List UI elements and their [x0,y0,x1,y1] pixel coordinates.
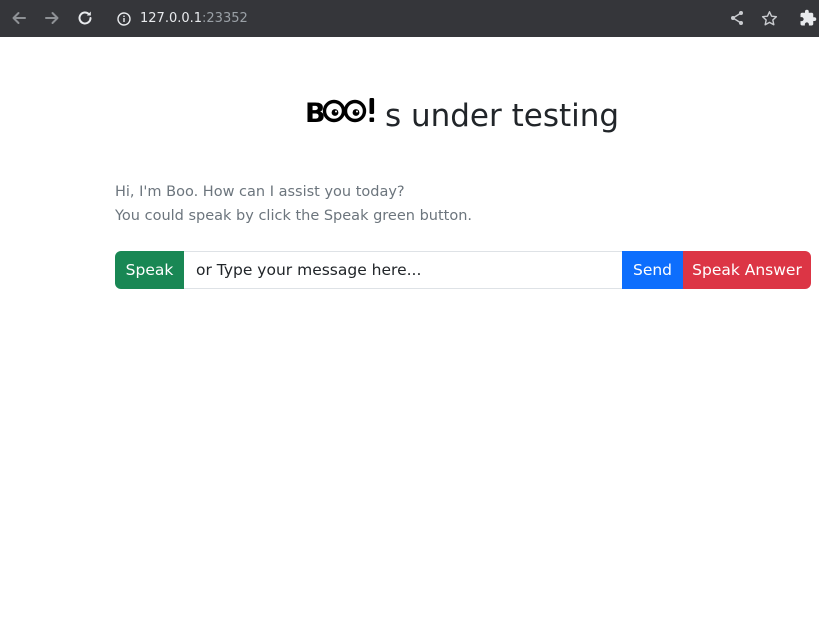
message-input[interactable] [184,251,622,289]
greeting-line-2: You could speak by click the Speak green… [115,208,472,224]
url-host: 127.0.0.1 [140,11,203,26]
url-port: :23352 [202,11,248,26]
speak-answer-button[interactable]: Speak Answer [683,251,811,289]
page-title: B s under testing [0,94,819,140]
svg-text:B: B [305,98,326,126]
speak-button[interactable]: Speak [115,251,184,289]
bookmark-star-icon[interactable] [759,8,779,28]
extensions-icon[interactable] [798,8,818,28]
send-button[interactable]: Send [622,251,683,289]
title-text: s under testing [384,98,620,134]
greeting-text: Hi, I'm Boo. How can I assist you today?… [115,180,472,228]
info-icon[interactable] [117,11,131,26]
share-icon[interactable] [727,8,747,28]
boo-logo: B [305,94,379,138]
greeting-line-1: Hi, I'm Boo. How can I assist you today? [115,184,405,200]
reload-icon[interactable] [75,8,95,28]
address-bar[interactable]: 127.0.0.1:23352 [117,0,248,37]
chat-input-group: Speak Send Speak Answer [115,251,811,289]
forward-icon[interactable] [42,8,62,28]
browser-toolbar: 127.0.0.1:23352 [0,0,819,37]
back-icon[interactable] [9,8,29,28]
